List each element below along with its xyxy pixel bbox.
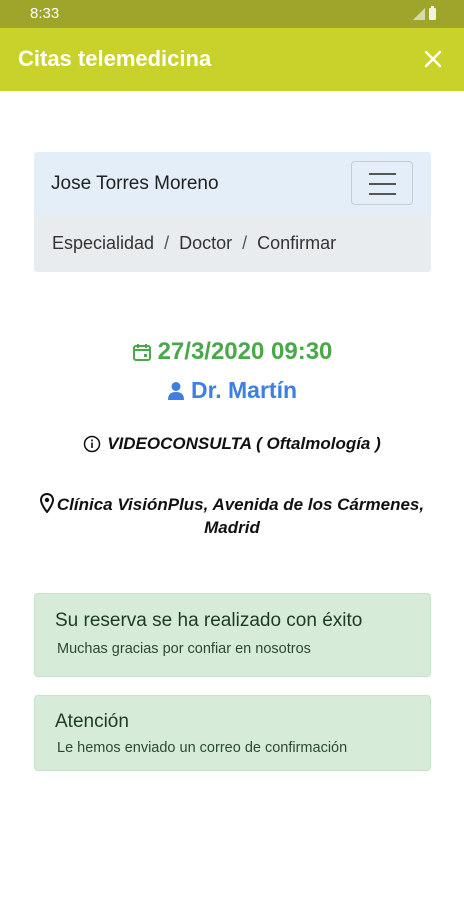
user-name: Jose Torres Moreno <box>51 173 219 194</box>
signal-icon <box>413 8 425 20</box>
status-bar: 8:33 <box>0 0 464 28</box>
attention-alert-title: Atención <box>55 711 129 732</box>
close-button[interactable] <box>416 42 450 76</box>
location-line-1: Clínica VisiónPlus, Avenida de los Cárme… <box>56 495 425 514</box>
location-line-2: Madrid <box>204 518 260 537</box>
app-bar: Citas telemedicina <box>0 28 464 91</box>
status-icons <box>413 6 436 20</box>
app-title: Citas telemedicina <box>18 46 212 71</box>
success-alert-text: Muchas gracias por confiar en nosotros <box>57 641 311 657</box>
calendar-icon <box>132 344 151 361</box>
info-icon <box>83 435 101 453</box>
attention-alert-text: Le hemos enviado un correo de confirmaci… <box>57 740 348 756</box>
success-alert: Su reserva se ha realizado con éxito Muc… <box>34 593 431 677</box>
appointment-type-text: VIDEOCONSULTA ( Oftalmología ) <box>107 434 381 453</box>
appointment-type: VIDEOCONSULTA ( Oftalmología ) <box>0 434 464 454</box>
appointment-doctor-name: Dr. Martín <box>190 377 298 403</box>
close-icon <box>424 50 442 68</box>
nav-card: Jose Torres Moreno Especialidad / Doctor… <box>34 152 431 272</box>
appointment-datetime: 27/3/2020 09:30 <box>0 338 464 366</box>
person-icon <box>167 381 184 400</box>
menu-icon-bar <box>369 193 396 195</box>
location-pin-icon <box>39 493 54 513</box>
breadcrumb-separator: / <box>242 233 248 253</box>
breadcrumb-confirmar[interactable]: Confirmar <box>257 233 336 254</box>
appointment-doctor: Dr. Martín <box>0 377 464 404</box>
breadcrumb-doctor[interactable]: Doctor <box>179 233 232 254</box>
breadcrumb-especialidad[interactable]: Especialidad <box>52 233 154 254</box>
nav-header: Jose Torres Moreno <box>34 152 431 215</box>
menu-icon <box>369 173 396 175</box>
appointment-datetime-text: 27/3/2020 09:30 <box>157 338 333 365</box>
breadcrumb-separator: / <box>164 233 170 253</box>
menu-toggle-button[interactable] <box>351 161 413 205</box>
appointment-location: Clínica VisiónPlus, Avenida de los Cárme… <box>30 493 434 539</box>
success-alert-title: Su reserva se ha realizado con éxito <box>55 610 363 631</box>
breadcrumb: Especialidad / Doctor / Confirmar <box>34 215 431 272</box>
menu-icon-bar <box>369 183 396 185</box>
status-time: 8:33 <box>30 5 60 22</box>
battery-icon <box>429 6 436 20</box>
attention-alert: Atención Le hemos enviado un correo de c… <box>34 695 431 771</box>
